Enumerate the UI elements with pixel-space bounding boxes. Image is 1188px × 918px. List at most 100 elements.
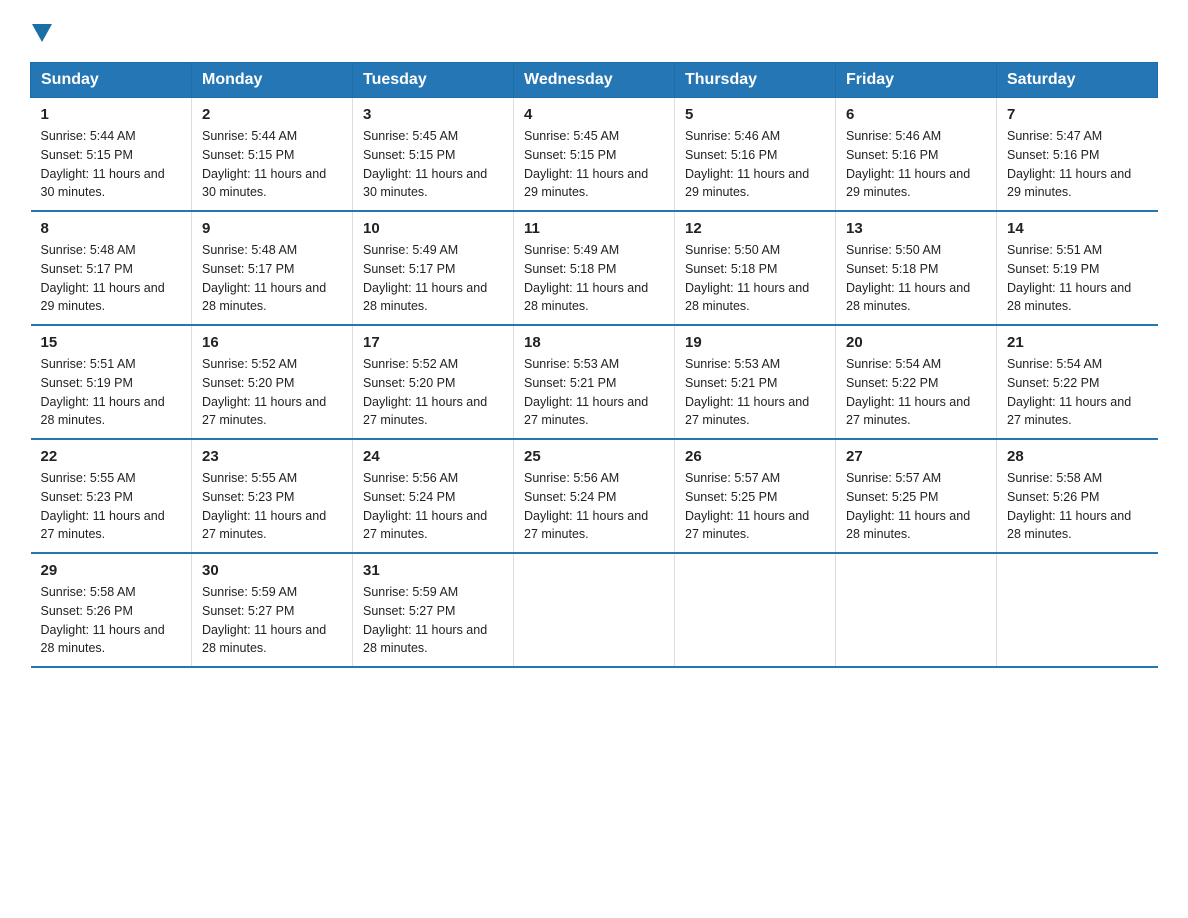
sunset-label: Sunset: 5:25 PM — [846, 490, 938, 504]
sunset-label: Sunset: 5:19 PM — [41, 376, 133, 390]
day-number: 4 — [524, 106, 664, 123]
day-number: 12 — [685, 220, 825, 237]
day-info: Sunrise: 5:59 AM Sunset: 5:27 PM Dayligh… — [202, 583, 342, 658]
sunrise-label: Sunrise: 5:46 AM — [846, 129, 941, 143]
daylight-label: Daylight: 11 hours and 28 minutes. — [41, 395, 165, 428]
sunrise-label: Sunrise: 5:50 AM — [846, 243, 941, 257]
day-number: 8 — [41, 220, 182, 237]
day-info: Sunrise: 5:45 AM Sunset: 5:15 PM Dayligh… — [524, 127, 664, 202]
sunrise-label: Sunrise: 5:53 AM — [685, 357, 780, 371]
calendar-cell — [997, 553, 1158, 667]
day-info: Sunrise: 5:57 AM Sunset: 5:25 PM Dayligh… — [846, 469, 986, 544]
day-info: Sunrise: 5:50 AM Sunset: 5:18 PM Dayligh… — [685, 241, 825, 316]
column-header-sunday: Sunday — [31, 63, 192, 98]
calendar-cell: 28 Sunrise: 5:58 AM Sunset: 5:26 PM Dayl… — [997, 439, 1158, 553]
sunrise-label: Sunrise: 5:55 AM — [202, 471, 297, 485]
day-number: 25 — [524, 448, 664, 465]
day-number: 21 — [1007, 334, 1148, 351]
sunrise-label: Sunrise: 5:48 AM — [202, 243, 297, 257]
day-info: Sunrise: 5:45 AM Sunset: 5:15 PM Dayligh… — [363, 127, 503, 202]
day-info: Sunrise: 5:58 AM Sunset: 5:26 PM Dayligh… — [1007, 469, 1148, 544]
day-number: 18 — [524, 334, 664, 351]
calendar-cell: 14 Sunrise: 5:51 AM Sunset: 5:19 PM Dayl… — [997, 211, 1158, 325]
day-number: 14 — [1007, 220, 1148, 237]
sunrise-label: Sunrise: 5:45 AM — [524, 129, 619, 143]
day-info: Sunrise: 5:54 AM Sunset: 5:22 PM Dayligh… — [1007, 355, 1148, 430]
daylight-label: Daylight: 11 hours and 28 minutes. — [1007, 509, 1131, 542]
sunset-label: Sunset: 5:18 PM — [846, 262, 938, 276]
daylight-label: Daylight: 11 hours and 30 minutes. — [202, 167, 326, 200]
sunrise-label: Sunrise: 5:50 AM — [685, 243, 780, 257]
sunset-label: Sunset: 5:23 PM — [41, 490, 133, 504]
day-number: 19 — [685, 334, 825, 351]
daylight-label: Daylight: 11 hours and 27 minutes. — [685, 395, 809, 428]
daylight-label: Daylight: 11 hours and 28 minutes. — [524, 281, 648, 314]
day-info: Sunrise: 5:47 AM Sunset: 5:16 PM Dayligh… — [1007, 127, 1148, 202]
sunset-label: Sunset: 5:16 PM — [846, 148, 938, 162]
daylight-label: Daylight: 11 hours and 29 minutes. — [685, 167, 809, 200]
day-number: 9 — [202, 220, 342, 237]
day-number: 3 — [363, 106, 503, 123]
daylight-label: Daylight: 11 hours and 28 minutes. — [846, 281, 970, 314]
calendar-cell: 12 Sunrise: 5:50 AM Sunset: 5:18 PM Dayl… — [675, 211, 836, 325]
daylight-label: Daylight: 11 hours and 27 minutes. — [41, 509, 165, 542]
calendar-cell: 1 Sunrise: 5:44 AM Sunset: 5:15 PM Dayli… — [31, 98, 192, 212]
sunrise-label: Sunrise: 5:54 AM — [1007, 357, 1102, 371]
daylight-label: Daylight: 11 hours and 27 minutes. — [1007, 395, 1131, 428]
column-header-thursday: Thursday — [675, 63, 836, 98]
column-header-monday: Monday — [192, 63, 353, 98]
sunset-label: Sunset: 5:16 PM — [1007, 148, 1099, 162]
calendar-week-row: 15 Sunrise: 5:51 AM Sunset: 5:19 PM Dayl… — [31, 325, 1158, 439]
day-info: Sunrise: 5:46 AM Sunset: 5:16 PM Dayligh… — [846, 127, 986, 202]
day-info: Sunrise: 5:51 AM Sunset: 5:19 PM Dayligh… — [41, 355, 182, 430]
daylight-label: Daylight: 11 hours and 28 minutes. — [685, 281, 809, 314]
day-number: 5 — [685, 106, 825, 123]
daylight-label: Daylight: 11 hours and 27 minutes. — [363, 509, 487, 542]
sunset-label: Sunset: 5:18 PM — [685, 262, 777, 276]
calendar-week-row: 22 Sunrise: 5:55 AM Sunset: 5:23 PM Dayl… — [31, 439, 1158, 553]
calendar-cell: 2 Sunrise: 5:44 AM Sunset: 5:15 PM Dayli… — [192, 98, 353, 212]
day-info: Sunrise: 5:54 AM Sunset: 5:22 PM Dayligh… — [846, 355, 986, 430]
sunset-label: Sunset: 5:25 PM — [685, 490, 777, 504]
calendar-week-row: 1 Sunrise: 5:44 AM Sunset: 5:15 PM Dayli… — [31, 98, 1158, 212]
daylight-label: Daylight: 11 hours and 29 minutes. — [41, 281, 165, 314]
day-number: 13 — [846, 220, 986, 237]
sunrise-label: Sunrise: 5:57 AM — [846, 471, 941, 485]
day-number: 2 — [202, 106, 342, 123]
sunset-label: Sunset: 5:17 PM — [41, 262, 133, 276]
sunset-label: Sunset: 5:16 PM — [685, 148, 777, 162]
calendar-cell: 5 Sunrise: 5:46 AM Sunset: 5:16 PM Dayli… — [675, 98, 836, 212]
page-header — [30, 20, 1158, 42]
calendar-cell: 13 Sunrise: 5:50 AM Sunset: 5:18 PM Dayl… — [836, 211, 997, 325]
day-number: 28 — [1007, 448, 1148, 465]
column-header-tuesday: Tuesday — [353, 63, 514, 98]
daylight-label: Daylight: 11 hours and 27 minutes. — [524, 395, 648, 428]
day-info: Sunrise: 5:49 AM Sunset: 5:18 PM Dayligh… — [524, 241, 664, 316]
day-info: Sunrise: 5:58 AM Sunset: 5:26 PM Dayligh… — [41, 583, 182, 658]
day-info: Sunrise: 5:56 AM Sunset: 5:24 PM Dayligh… — [524, 469, 664, 544]
daylight-label: Daylight: 11 hours and 30 minutes. — [363, 167, 487, 200]
daylight-label: Daylight: 11 hours and 28 minutes. — [363, 281, 487, 314]
sunset-label: Sunset: 5:19 PM — [1007, 262, 1099, 276]
calendar-cell: 8 Sunrise: 5:48 AM Sunset: 5:17 PM Dayli… — [31, 211, 192, 325]
sunset-label: Sunset: 5:20 PM — [363, 376, 455, 390]
calendar-cell: 15 Sunrise: 5:51 AM Sunset: 5:19 PM Dayl… — [31, 325, 192, 439]
calendar-week-row: 8 Sunrise: 5:48 AM Sunset: 5:17 PM Dayli… — [31, 211, 1158, 325]
sunset-label: Sunset: 5:21 PM — [524, 376, 616, 390]
sunrise-label: Sunrise: 5:49 AM — [524, 243, 619, 257]
daylight-label: Daylight: 11 hours and 28 minutes. — [363, 623, 487, 656]
calendar-cell: 25 Sunrise: 5:56 AM Sunset: 5:24 PM Dayl… — [514, 439, 675, 553]
logo — [30, 20, 52, 42]
sunrise-label: Sunrise: 5:59 AM — [363, 585, 458, 599]
daylight-label: Daylight: 11 hours and 27 minutes. — [202, 395, 326, 428]
calendar-cell: 26 Sunrise: 5:57 AM Sunset: 5:25 PM Dayl… — [675, 439, 836, 553]
daylight-label: Daylight: 11 hours and 27 minutes. — [363, 395, 487, 428]
day-number: 6 — [846, 106, 986, 123]
daylight-label: Daylight: 11 hours and 27 minutes. — [846, 395, 970, 428]
day-info: Sunrise: 5:55 AM Sunset: 5:23 PM Dayligh… — [41, 469, 182, 544]
sunrise-label: Sunrise: 5:49 AM — [363, 243, 458, 257]
calendar-cell: 23 Sunrise: 5:55 AM Sunset: 5:23 PM Dayl… — [192, 439, 353, 553]
calendar-cell: 19 Sunrise: 5:53 AM Sunset: 5:21 PM Dayl… — [675, 325, 836, 439]
sunset-label: Sunset: 5:21 PM — [685, 376, 777, 390]
calendar-cell: 7 Sunrise: 5:47 AM Sunset: 5:16 PM Dayli… — [997, 98, 1158, 212]
